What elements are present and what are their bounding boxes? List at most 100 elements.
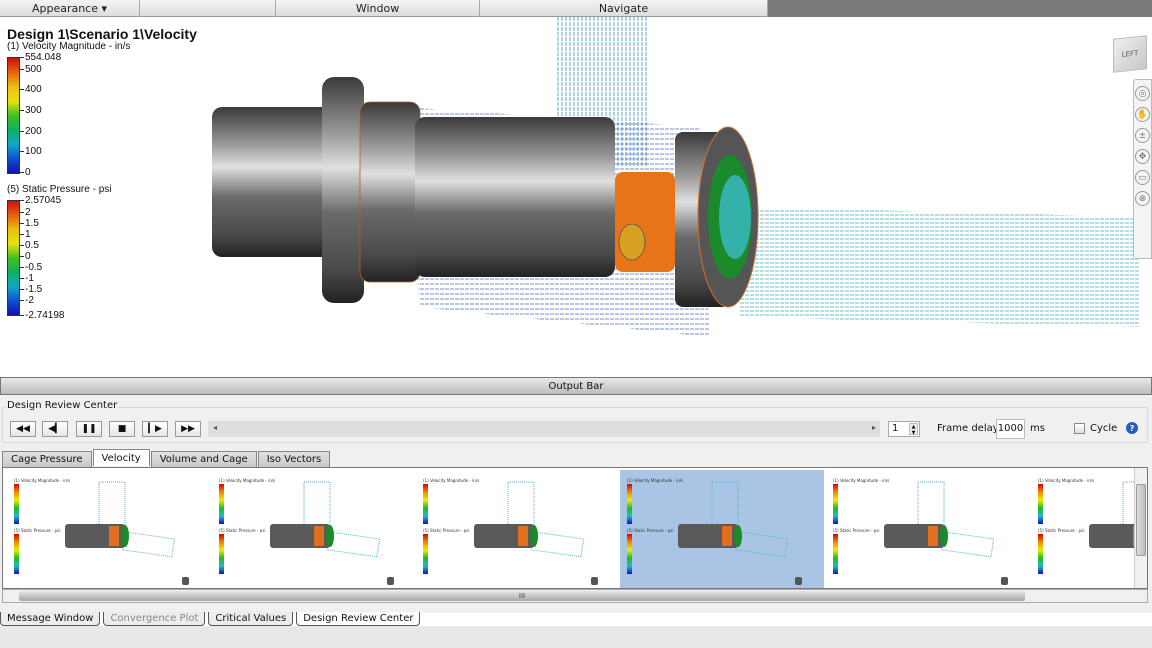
cycle-label: Cycle [1090, 423, 1118, 434]
frame-delay-label: Frame delay: [937, 423, 1002, 434]
3d-viewport[interactable]: Design 1\Scenario 1\Velocity (1) Velocit… [0, 17, 1152, 375]
lock-icon[interactable] [182, 577, 189, 585]
thumb-pressure-bar [14, 534, 19, 574]
thumb-velocity-bar [1038, 484, 1043, 524]
design-review-center-panel: Design Review Center ◀◀ ◀▎ ❚❚ ■ ▎▶ ▶▶ ◂ … [0, 395, 1152, 613]
rewind-button[interactable]: ◀◀ [10, 421, 36, 437]
pressure-legend-label: -1.5 [19, 284, 43, 295]
shaft-left [212, 107, 332, 257]
orbit-icon[interactable]: ✥ [1135, 149, 1150, 164]
cage-window [615, 172, 675, 272]
vertical-scroll-thumb[interactable] [1136, 484, 1146, 556]
slider-right-arrow-icon[interactable]: ▸ [872, 423, 876, 432]
status-area [0, 626, 1152, 648]
stop-button[interactable]: ■ [109, 421, 135, 437]
lock-icon[interactable] [387, 577, 394, 585]
pressure-legend-label: 0 [20, 251, 31, 262]
result-thumbnail[interactable]: (1) Velocity Magnitude - in/s (5) Static … [1031, 470, 1147, 588]
pressure-legend-label: 1 [20, 229, 31, 240]
pause-button[interactable]: ❚❚ [76, 421, 102, 437]
navigation-bar: ◎ ✋ ± ✥ ▭ ⊗ [1133, 79, 1152, 259]
result-thumbnail[interactable]: (1) Velocity Magnitude - in/s (5) Static … [7, 470, 211, 588]
tab-message-window[interactable]: Message Window [0, 612, 101, 626]
thumb-model-icon [678, 481, 789, 558]
view-cube[interactable]: LEFT [1113, 35, 1147, 73]
frame-number-value: 1 [892, 423, 899, 434]
result-thumbnail[interactable]: (1) Velocity Magnitude - in/s (5) Static … [620, 470, 824, 588]
shaft-rings [359, 101, 421, 283]
thumb-pressure-bar [1038, 534, 1043, 574]
velocity-legend-label: 400 [20, 84, 42, 95]
pressure-legend-title: (5) Static Pressure - psi [7, 184, 112, 195]
thumb-model-icon [884, 481, 995, 558]
result-thumbnail[interactable]: (1) Velocity Magnitude - in/s (5) Static … [826, 470, 1030, 588]
thumb-pressure-bar [833, 534, 838, 574]
velocity-legend-label: 200 [20, 126, 42, 137]
zoom-icon[interactable]: ± [1135, 128, 1150, 143]
pressure-legend-label: -2.74198 [19, 310, 65, 321]
result-tabs: Cage Pressure Velocity Volume and Cage I… [2, 449, 331, 467]
tab-iso-vectors[interactable]: Iso Vectors [257, 451, 331, 467]
help-icon[interactable]: ? [1126, 422, 1138, 434]
step-back-button[interactable]: ◀▎ [42, 421, 68, 437]
pan-hand-icon[interactable]: ✋ [1135, 107, 1150, 122]
velocity-legend-label: 0 [20, 167, 31, 178]
pressure-legend-label: -1 [20, 273, 34, 284]
output-bar[interactable]: Output Bar [0, 377, 1152, 395]
thumb-model-icon [474, 481, 585, 558]
vertical-scrollbar[interactable] [1134, 468, 1147, 588]
pressure-legend-label: 1.5 [20, 218, 39, 229]
frame-slider[interactable]: ◂ ▸ [208, 421, 880, 437]
tab-velocity[interactable]: Velocity [92, 449, 150, 466]
velocity-legend-label: 100 [20, 146, 42, 157]
frame-spinner[interactable]: ▲ ▼ [909, 423, 918, 436]
result-thumbnail[interactable]: (1) Velocity Magnitude - in/s (5) Static … [416, 470, 620, 588]
menu-spacer [140, 0, 276, 17]
velocity-legend-label: 554.048 [19, 52, 62, 63]
velocity-legend-title: (1) Velocity Magnitude - in/s [7, 41, 131, 52]
tab-convergence-plot[interactable]: Convergence Plot [103, 612, 206, 626]
fast-forward-button[interactable]: ▶▶ [175, 421, 201, 437]
thumb-velocity-bar [219, 484, 224, 524]
tab-design-review-center[interactable]: Design Review Center [296, 612, 421, 626]
tab-volume-and-cage[interactable]: Volume and Cage [150, 451, 257, 467]
frame-delay-unit: ms [1030, 423, 1045, 434]
thumb-velocity-bar [14, 484, 19, 524]
thumb-pressure-bar [219, 534, 224, 574]
step-forward-button[interactable]: ▎▶ [142, 421, 168, 437]
center-icon[interactable]: ⊗ [1135, 191, 1150, 206]
menu-window[interactable]: Window [276, 0, 480, 17]
lock-icon[interactable] [591, 577, 598, 585]
outlet-vectors [740, 207, 1140, 327]
tab-critical-values[interactable]: Critical Values [208, 612, 294, 626]
pressure-legend-label: 2.57045 [19, 195, 62, 206]
horizontal-scroll-thumb[interactable]: III [19, 591, 1025, 601]
cycle-checkbox[interactable] [1074, 423, 1085, 434]
lock-icon[interactable] [795, 577, 802, 585]
pressure-legend-label: -0.5 [19, 262, 43, 273]
menu-appearance[interactable]: Appearance ▾ [0, 0, 140, 17]
velocity-color-bar [7, 57, 20, 174]
velocity-legend-label: 300 [20, 105, 42, 116]
cage-port [618, 223, 646, 261]
pressure-color-bar [7, 200, 20, 316]
lock-icon[interactable] [1001, 577, 1008, 585]
frame-number-input[interactable]: 1 ▲ ▼ [888, 421, 920, 437]
frame-delay-input[interactable]: 1000 [996, 419, 1025, 439]
outlet-flow [719, 175, 751, 259]
thumb-velocity-bar [833, 484, 838, 524]
slider-left-arrow-icon[interactable]: ◂ [213, 423, 217, 432]
tab-cage-pressure[interactable]: Cage Pressure [2, 451, 92, 467]
thumb-pressure-bar [423, 534, 428, 574]
steering-wheel-icon[interactable]: ◎ [1135, 86, 1150, 101]
pressure-legend-label: 0.5 [20, 240, 39, 251]
result-thumbnail[interactable]: (1) Velocity Magnitude - in/s (5) Static … [212, 470, 416, 588]
thumb-model-icon [65, 481, 176, 558]
horizontal-scrollbar[interactable]: III [2, 589, 1148, 603]
thumb-model-icon [270, 481, 381, 558]
menu-navigate[interactable]: Navigate [480, 0, 768, 17]
look-at-icon[interactable]: ▭ [1135, 170, 1150, 185]
thumb-velocity-bar [627, 484, 632, 524]
model-scene [212, 17, 1140, 337]
view-title: Design 1\Scenario 1\Velocity [7, 26, 197, 42]
